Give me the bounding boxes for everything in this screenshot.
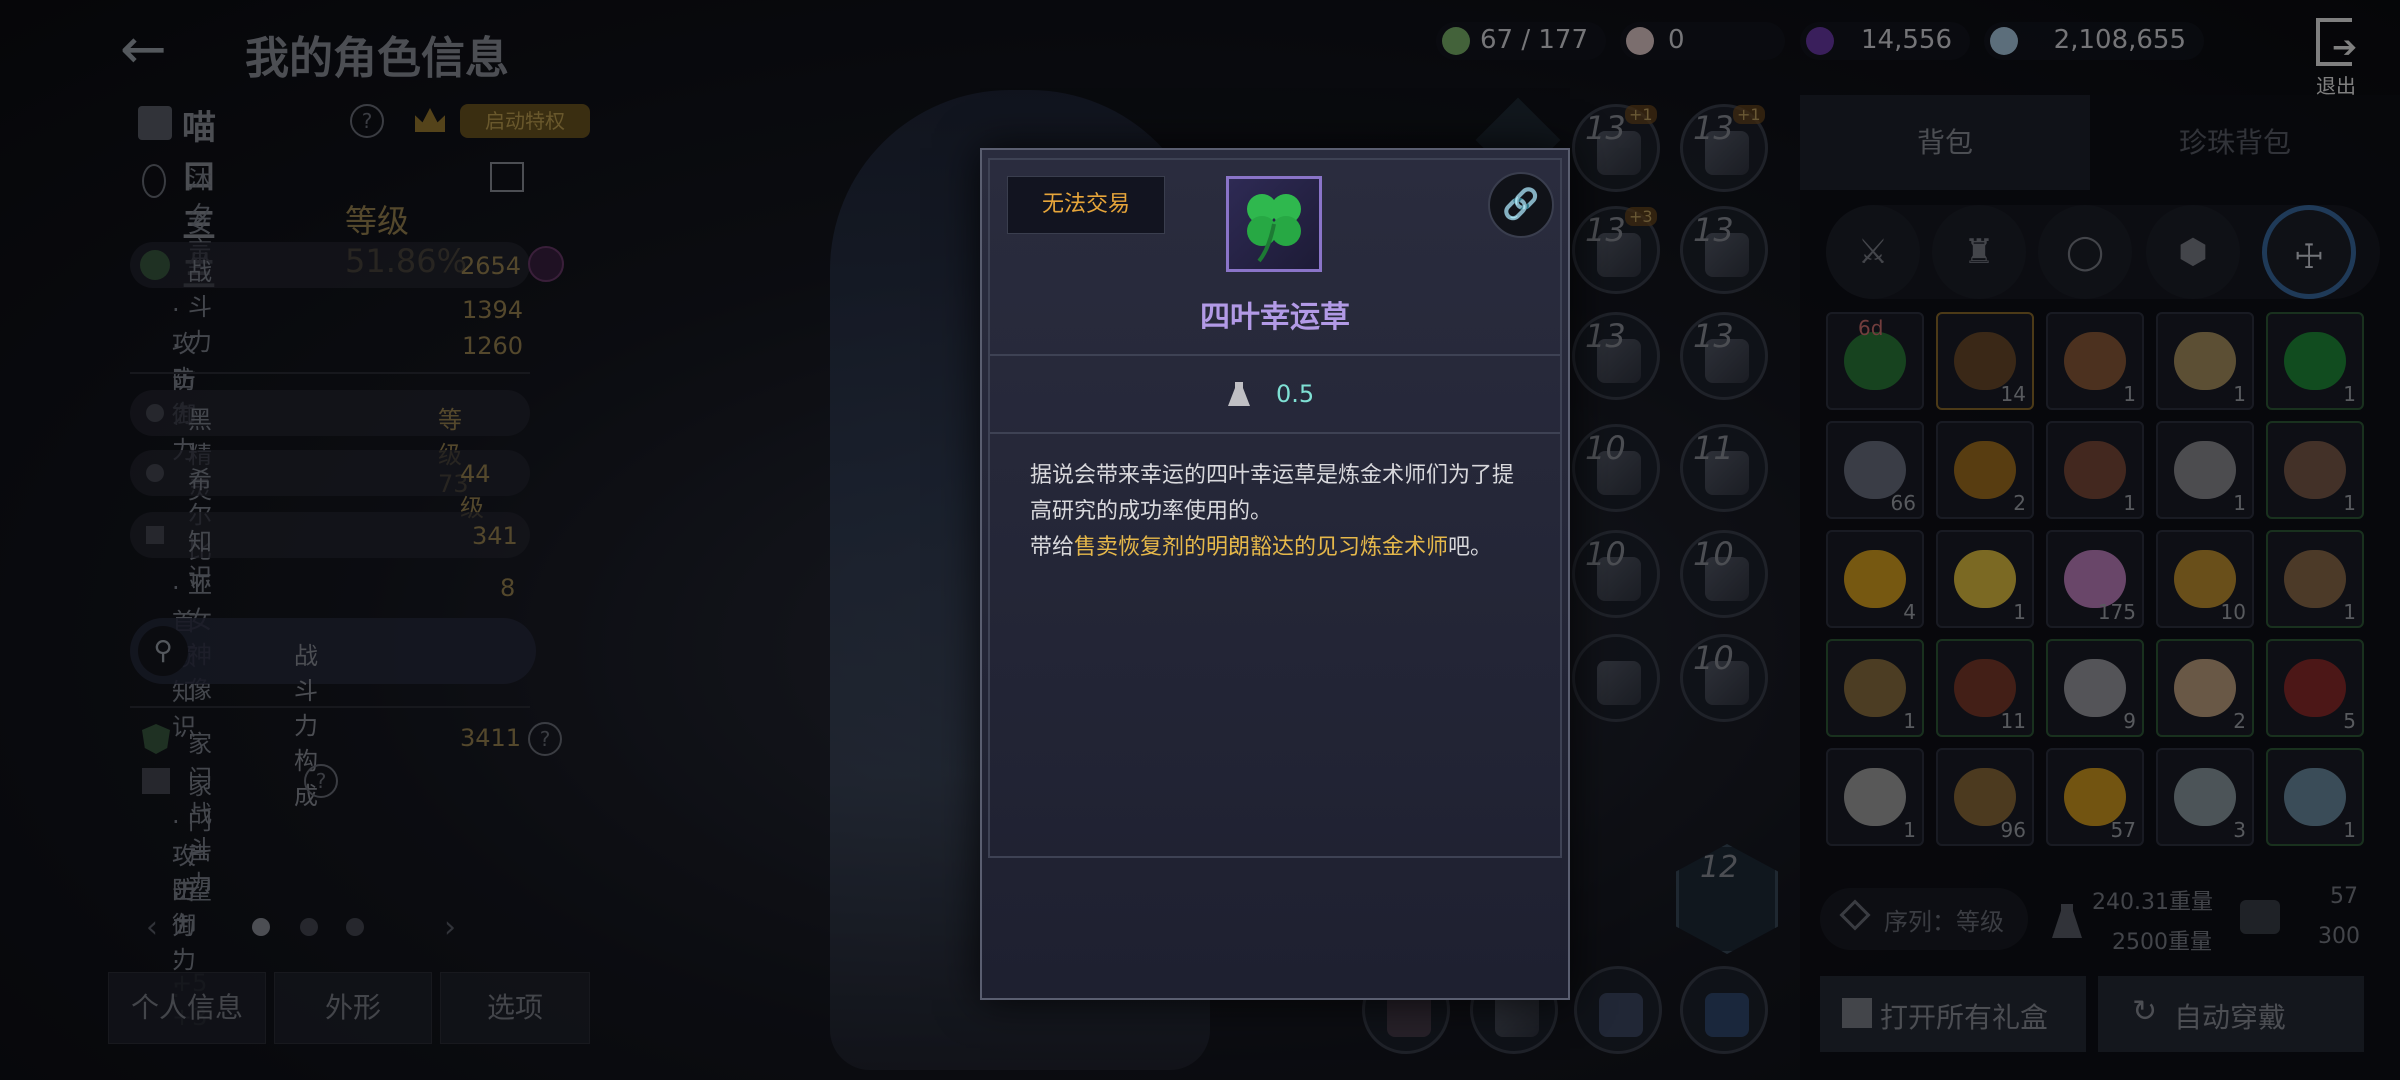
item-icon <box>1226 176 1322 272</box>
link-icon[interactable]: 🔗 <box>1488 172 1554 238</box>
weight-icon <box>1228 382 1250 406</box>
item-name: 四叶幸运草 <box>1200 300 1350 335</box>
four-leaf-clover-icon <box>1247 194 1301 263</box>
divider <box>988 432 1562 434</box>
npc-highlight: 售卖恢复剂的明朗豁达的见习炼金术师 <box>1074 535 1449 560</box>
divider <box>988 354 1562 356</box>
item-weight: 0.5 <box>1276 380 1315 408</box>
item-description: 据说会带来幸运的四叶幸运草是炼金术师们为了提高研究的成功率使用的。 带给售卖恢复… <box>1030 463 1515 560</box>
untradable-badge: 无法交易 <box>1007 176 1165 234</box>
